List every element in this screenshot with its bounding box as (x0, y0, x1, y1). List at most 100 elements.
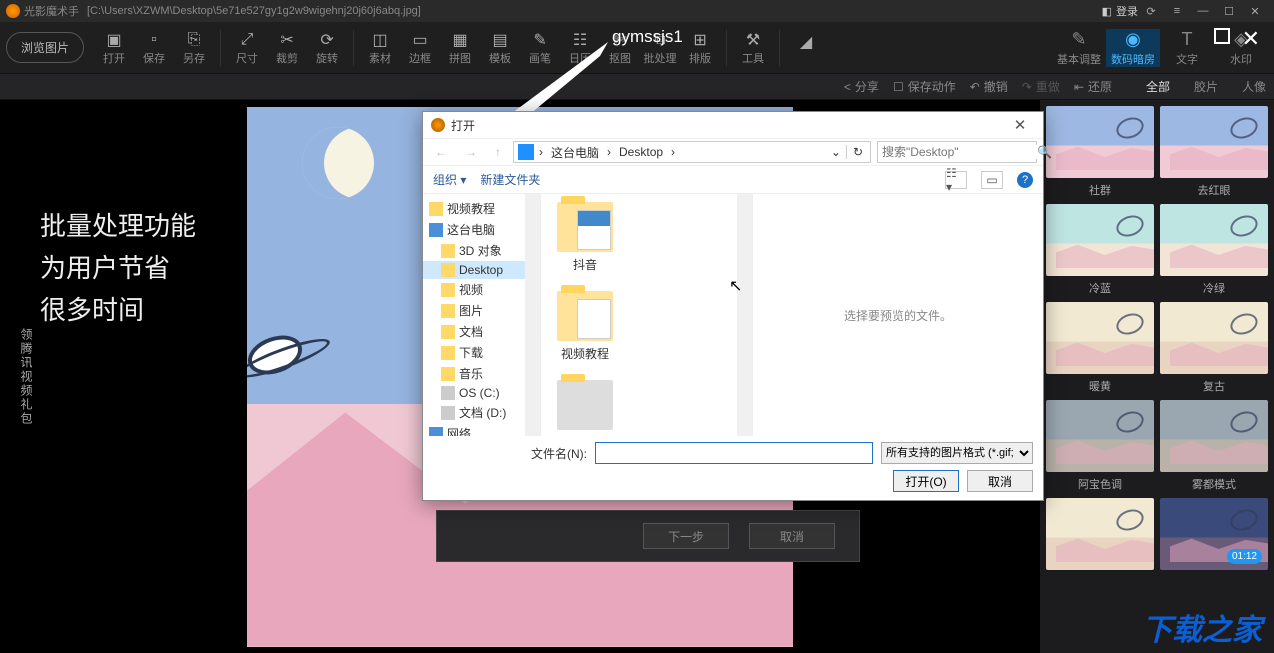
overlay-vertical-text: 领腾讯视频礼包 (18, 328, 35, 426)
forward-button[interactable]: → (459, 143, 483, 161)
tool-打开[interactable]: ▣打开 (96, 30, 132, 66)
cancel-back-button[interactable]: 取消 (749, 523, 835, 549)
rtool-文字[interactable]: T文字 (1160, 29, 1214, 67)
tree-音乐[interactable]: 音乐 (423, 363, 540, 384)
minimize-icon[interactable]: — (1190, 1, 1216, 21)
tree-Desktop[interactable]: Desktop (423, 261, 540, 279)
dialog-titlebar: 打开 ✕ (423, 112, 1043, 138)
tool-尺寸[interactable]: ⤢尺寸 (229, 30, 265, 66)
moon-graphic (302, 127, 374, 199)
save-action-button[interactable]: ☐ 保存动作 (893, 78, 956, 95)
effect-冷绿[interactable]: 冷绿 (1160, 204, 1268, 296)
tool-另存[interactable]: ⎘另存 (176, 30, 212, 66)
tool-素材[interactable]: ◫素材 (362, 30, 398, 66)
search-box[interactable]: 🔍 (877, 141, 1037, 163)
rtool-基本调整[interactable]: ✎基本调整 (1052, 29, 1106, 67)
tool-工具[interactable]: ⚒工具 (735, 30, 771, 66)
effect-复古[interactable]: 复古 (1160, 302, 1268, 394)
next-button[interactable]: 下一步 (643, 523, 729, 549)
close-icon[interactable]: ✕ (1242, 1, 1268, 21)
login-icon[interactable]: ◧ 登录 (1102, 3, 1138, 19)
filter-tabs: 全部 胶片 人像 (1146, 78, 1266, 95)
drive-icon (518, 144, 534, 160)
view-mode-button[interactable]: ☷ ▾ (945, 171, 967, 189)
up-button[interactable]: ↑ (489, 143, 507, 161)
restore-button[interactable]: ⇤ 还原 (1074, 78, 1112, 95)
effect-thumb[interactable] (1046, 498, 1154, 574)
planet-graphic (247, 328, 307, 381)
file-list[interactable]: 抖音 视频教程 (541, 194, 753, 436)
browse-button[interactable]: 浏览图片 (6, 32, 84, 63)
effect-暖黄[interactable]: 暖黄 (1046, 302, 1154, 394)
watermark: 下载之家 (1142, 605, 1262, 649)
redo-button[interactable]: ↷ 重做 (1022, 78, 1060, 95)
tool-拼图[interactable]: ▦拼图 (442, 30, 478, 66)
open-file-dialog: 打开 ✕ ← → ↑ ›这台电脑›Desktop› ⌄↻ 🔍 组织 ▾ 新建文件… (422, 111, 1044, 501)
folder-tree[interactable]: 视频教程这台电脑3D 对象Desktop视频图片文档下载音乐OS (C:)文档 … (423, 194, 541, 436)
tree-网络[interactable]: 网络 (423, 423, 540, 436)
cancel-button[interactable]: 取消 (967, 470, 1033, 492)
effect-去红眼[interactable]: 去红眼 (1160, 106, 1268, 198)
titlebar: 光影魔术手 [C:\Users\XZWM\Desktop\5e71e527gy1… (0, 0, 1274, 22)
back-button[interactable]: ← (429, 143, 453, 161)
help-icon[interactable]: ? (1017, 172, 1033, 188)
undo-button[interactable]: ↶ 撤销 (970, 78, 1008, 95)
tab-portrait[interactable]: 人像 (1242, 78, 1266, 95)
effect-thumb[interactable]: 01:12 (1160, 498, 1268, 574)
tree-视频教程[interactable]: 视频教程 (423, 198, 540, 219)
folder-item[interactable]: 抖音 (549, 202, 621, 273)
refresh-icon[interactable]: ↻ (846, 145, 866, 159)
tool-边框[interactable]: ▭边框 (402, 30, 438, 66)
effect-雾都模式[interactable]: 雾都模式 (1160, 400, 1268, 492)
app-name: 光影魔术手 (24, 3, 79, 19)
tool-保存[interactable]: ▫保存 (136, 30, 172, 66)
effect-阿宝色调[interactable]: 阿宝色调 (1046, 400, 1154, 492)
tool-裁剪[interactable]: ✂裁剪 (269, 30, 305, 66)
annotation-text: gymssjs1 (612, 27, 683, 47)
effect-社群[interactable]: 社群 (1046, 106, 1154, 198)
tab-all[interactable]: 全部 (1146, 78, 1170, 95)
tree-3D 对象[interactable]: 3D 对象 (423, 240, 540, 261)
tab-film[interactable]: 胶片 (1194, 78, 1218, 95)
tree-文档 (D:)[interactable]: 文档 (D:) (423, 402, 540, 423)
tree-这台电脑[interactable]: 这台电脑 (423, 219, 540, 240)
file-label: 抖音 (573, 256, 597, 273)
tool-旋转[interactable]: ⟳旋转 (309, 30, 345, 66)
maximize-icon[interactable]: ☐ (1216, 1, 1242, 21)
tree-下载[interactable]: 下载 (423, 342, 540, 363)
overlay-maximize-icon[interactable] (1214, 28, 1230, 44)
overlay-close-icon[interactable]: ✕ (1242, 26, 1260, 52)
app-icon (6, 4, 20, 18)
search-input[interactable] (882, 145, 1037, 159)
rtool-数码暗房[interactable]: ◉数码暗房 (1106, 29, 1160, 67)
tree-文档[interactable]: 文档 (423, 321, 540, 342)
chevron-down-icon[interactable]: ⌄ (828, 145, 844, 159)
search-icon[interactable]: 🔍 (1037, 145, 1052, 159)
dialog-title: 打开 (451, 117, 475, 134)
dialog-close-icon[interactable]: ✕ (1005, 116, 1035, 134)
cursor-icon: ↖ (729, 276, 742, 296)
dialog-toolbar: 组织 ▾ 新建文件夹 ☷ ▾ ▭ ? (423, 166, 1043, 194)
organize-button[interactable]: 组织 ▾ (433, 171, 466, 188)
preview-pane-button[interactable]: ▭ (981, 171, 1003, 189)
dialog-icon (431, 118, 445, 132)
tool-排版[interactable]: ⊞排版 (682, 30, 718, 66)
effects-panel: 社群去红眼冷蓝冷绿暖黄复古阿宝色调雾都模式01:12 (1040, 100, 1274, 653)
tree-图片[interactable]: 图片 (423, 300, 540, 321)
tree-视频[interactable]: 视频 (423, 279, 540, 300)
breadcrumb[interactable]: ›这台电脑›Desktop› ⌄↻ (513, 141, 871, 163)
open-button[interactable]: 打开(O) (893, 470, 959, 492)
folder-item[interactable]: 视频教程 (549, 291, 621, 362)
filetype-select[interactable]: 所有支持的图片格式 (*.gif; *.tif (881, 442, 1033, 464)
share-button[interactable]: < 分享 (844, 78, 879, 95)
sub-toolbar: < 分享 ☐ 保存动作 ↶ 撤销 ↷ 重做 ⇤ 还原 全部 胶片 人像 (0, 74, 1274, 100)
new-folder-button[interactable]: 新建文件夹 (480, 171, 540, 188)
file-path: [C:\Users\XZWM\Desktop\5e71e527gy1g2w9wi… (87, 5, 421, 17)
filename-input[interactable] (595, 442, 873, 464)
folder-item[interactable] (549, 380, 621, 430)
effect-冷蓝[interactable]: 冷蓝 (1046, 204, 1154, 296)
sync-icon[interactable]: ⟳ (1138, 1, 1164, 21)
more-icon[interactable]: ◢ (788, 32, 824, 64)
tree-OS (C:)[interactable]: OS (C:) (423, 384, 540, 402)
settings-icon[interactable]: ≡ (1164, 1, 1190, 21)
